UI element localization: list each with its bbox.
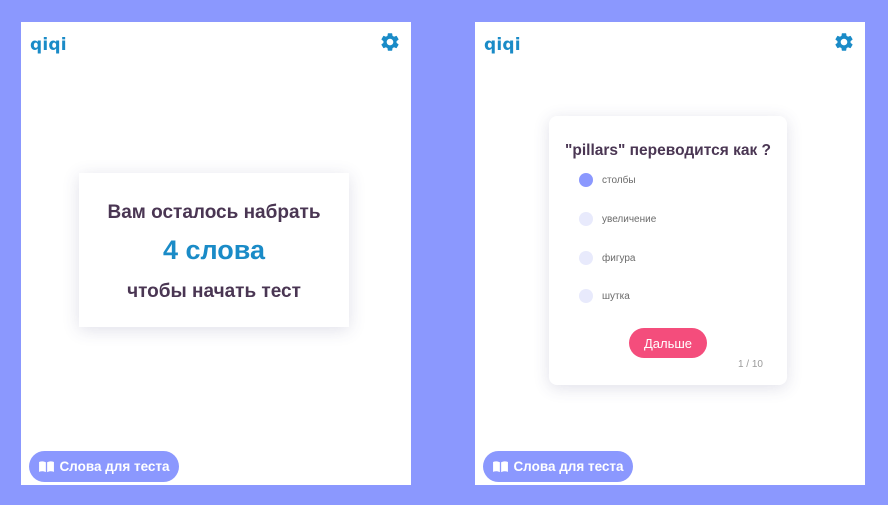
left-panel: qiqi Вам осталось набрать 4 слова чтобы … — [21, 22, 411, 485]
test-words-button[interactable]: Слова для теста — [483, 451, 633, 482]
right-panel: qiqi "pillars" переводится как ? столбы … — [475, 22, 865, 485]
radio-button[interactable] — [579, 212, 593, 226]
answer-option[interactable]: увеличение — [579, 209, 759, 229]
answer-option[interactable]: шутка — [579, 286, 759, 306]
test-words-button[interactable]: Слова для теста — [29, 451, 179, 482]
remaining-text: Вам осталось набрать — [107, 202, 321, 223]
quiz-question: "pillars" переводится как ? — [565, 142, 771, 159]
remaining-count: 4 слова — [162, 235, 266, 265]
logo[interactable]: qiqi — [30, 35, 67, 55]
gear-icon[interactable] — [379, 31, 401, 53]
test-words-label: Слова для теста — [59, 459, 170, 474]
test-words-label: Слова для теста — [513, 459, 624, 474]
answer-label: шутка — [602, 290, 630, 302]
book-icon — [493, 461, 509, 473]
remaining-subtext: чтобы начать тест — [127, 281, 301, 302]
radio-button[interactable] — [579, 251, 593, 265]
next-button[interactable]: Дальше — [629, 328, 707, 358]
answer-option[interactable]: столбы — [579, 170, 759, 190]
quiz-card: "pillars" переводится как ? столбы увели… — [549, 116, 787, 385]
progress-counter: 1 / 10 — [737, 359, 763, 370]
answer-label: увеличение — [602, 213, 657, 225]
radio-button[interactable] — [579, 173, 593, 187]
answer-label: столбы — [602, 174, 636, 186]
answer-label: фигура — [602, 252, 636, 264]
answer-option[interactable]: фигура — [579, 248, 759, 268]
words-remaining-card: Вам осталось набрать 4 слова чтобы начат… — [79, 173, 349, 327]
gear-icon[interactable] — [833, 31, 855, 53]
logo[interactable]: qiqi — [484, 35, 521, 55]
book-icon — [39, 461, 55, 473]
radio-button[interactable] — [579, 289, 593, 303]
